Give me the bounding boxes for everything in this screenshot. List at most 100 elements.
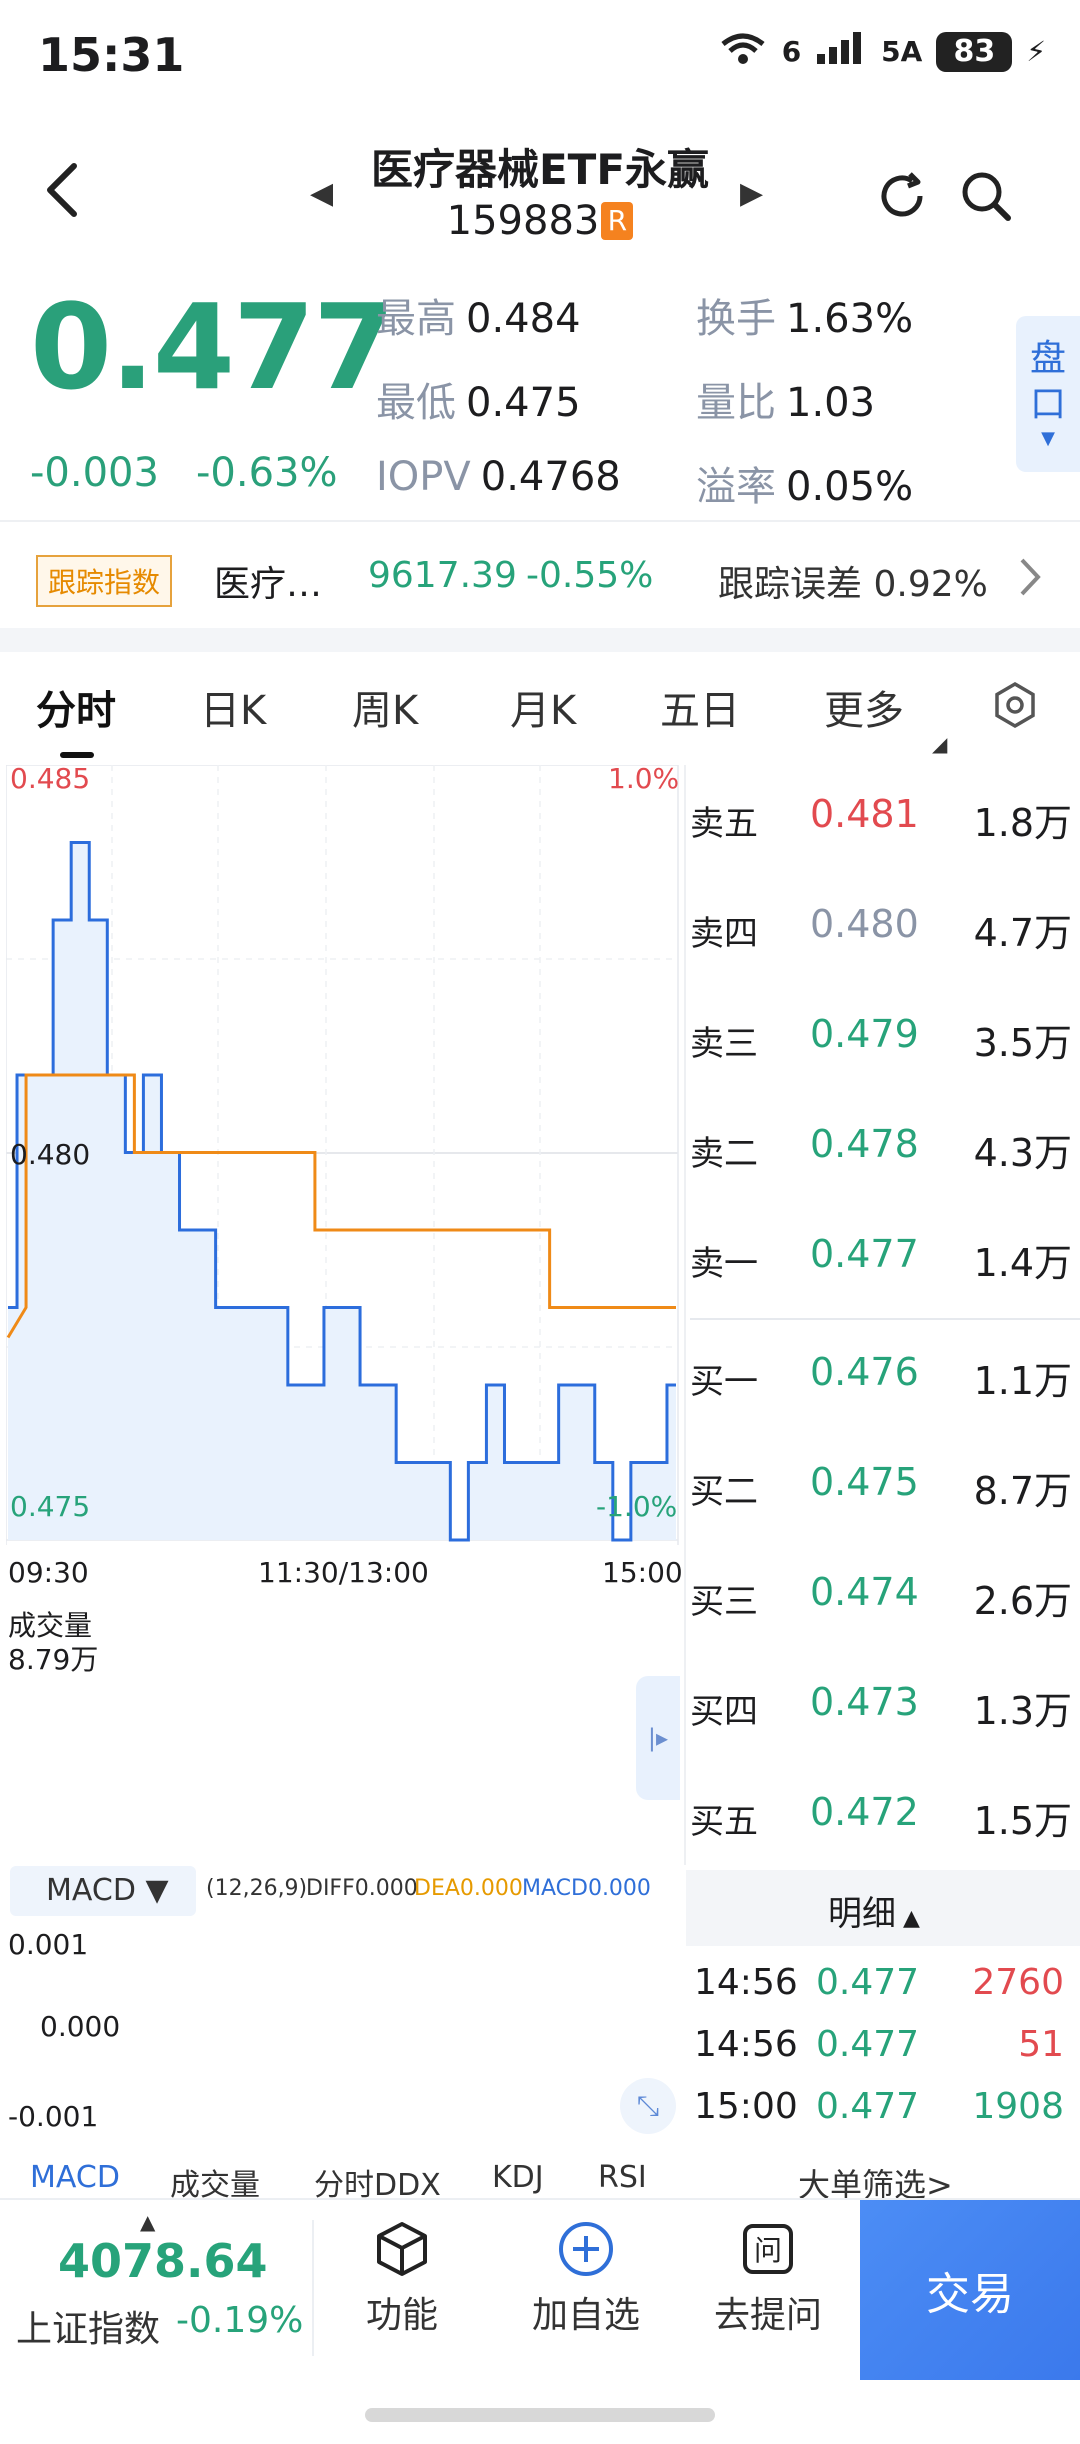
- macd-selector[interactable]: MACD ▼: [10, 1866, 196, 1916]
- tab-weekly-k[interactable]: 周K: [352, 678, 418, 736]
- bid-row[interactable]: 买二 0.475 8.7万: [690, 1460, 1080, 1530]
- stat-turnover: 换手 1.63%: [696, 286, 913, 344]
- macd-axis-top: 0.001: [8, 1928, 89, 1961]
- tracking-index-name[interactable]: 医疗…: [214, 555, 322, 607]
- index-pct: -0.19%: [176, 2300, 304, 2341]
- tab-daily-k[interactable]: 日K: [200, 678, 266, 736]
- bid-volume: 8.7万: [973, 1469, 1072, 1513]
- trade-volume: 1908: [972, 2086, 1064, 2127]
- stat-low-value: 0.475: [466, 380, 581, 426]
- indicator-tab-kdj[interactable]: KDJ: [492, 2160, 544, 2195]
- ask-label: 卖五: [690, 804, 758, 844]
- tab-more[interactable]: 更多: [824, 678, 904, 736]
- status-icons: 6 5A 83 ⚡: [718, 30, 1046, 73]
- ask-volume: 3.5万: [973, 1021, 1072, 1065]
- intraday-chart[interactable]: [6, 765, 682, 1545]
- stat-low-label: 最低: [376, 380, 456, 426]
- bid-price: 0.476: [810, 1350, 919, 1394]
- tab-active-indicator: [60, 752, 94, 758]
- refresh-icon[interactable]: [874, 168, 930, 228]
- macd-value: MACD0.000: [522, 1876, 651, 1901]
- pankou-toggle[interactable]: 盘口 ▼: [1016, 316, 1080, 472]
- fullscreen-icon[interactable]: ⤡: [620, 2078, 676, 2134]
- function-button[interactable]: 功能: [322, 2220, 482, 2338]
- trade-price: 0.477: [816, 2024, 920, 2065]
- ask-question-button[interactable]: 问 去提问: [688, 2220, 848, 2338]
- current-price: 0.477: [30, 278, 395, 416]
- home-indicator[interactable]: [365, 2408, 715, 2422]
- tracking-index-value: 9617.39: [368, 555, 517, 596]
- more-caret-icon: ◢: [932, 732, 948, 756]
- function-label: 功能: [365, 2295, 438, 2336]
- stat-iopv-label: IOPV: [376, 454, 471, 500]
- search-icon[interactable]: [956, 166, 1016, 230]
- ask-price: 0.478: [810, 1122, 919, 1166]
- details-header[interactable]: 明细 ▲: [828, 1886, 920, 1935]
- bid-volume: 1.3万: [973, 1689, 1072, 1733]
- tab-intraday[interactable]: 分时: [36, 678, 116, 736]
- settings-icon[interactable]: [990, 680, 1040, 734]
- bid-row[interactable]: 买四 0.473 1.3万: [690, 1680, 1080, 1750]
- chevron-right-icon[interactable]: [1014, 552, 1044, 606]
- ask-row[interactable]: 卖五 0.481 1.8万: [690, 792, 1080, 862]
- bid-row[interactable]: 买三 0.474 2.6万: [690, 1570, 1080, 1640]
- ask-question-label: 去提问: [713, 2295, 822, 2336]
- bid-label: 买四: [690, 1692, 758, 1732]
- expand-panel-icon[interactable]: |▸: [636, 1676, 680, 1800]
- stat-premium-value: 0.05%: [786, 464, 914, 510]
- bid-price: 0.474: [810, 1570, 919, 1614]
- svg-text:问: 问: [754, 2234, 782, 2267]
- add-watchlist-button[interactable]: 加自选: [506, 2220, 666, 2338]
- dea-value: DEA0.000: [414, 1876, 523, 1901]
- tracking-index-pct: -0.55%: [526, 555, 654, 596]
- bid-volume: 1.1万: [973, 1359, 1072, 1403]
- tab-monthly-k[interactable]: 月K: [510, 678, 576, 736]
- bid-price: 0.473: [810, 1680, 919, 1724]
- ask-volume: 1.8万: [973, 801, 1072, 845]
- indicator-tab-macd[interactable]: MACD: [30, 2160, 120, 2195]
- price-change: -0.003: [30, 450, 159, 496]
- battery-icon: 83: [936, 31, 1013, 72]
- status-time: 15:31: [38, 28, 185, 82]
- trade-time: 14:56: [694, 2024, 798, 2065]
- price-change-pct: -0.63%: [196, 450, 338, 496]
- indicator-tab-rsi[interactable]: RSI: [598, 2160, 647, 2195]
- stat-high-label: 最高: [376, 296, 456, 342]
- ask-price: 0.480: [810, 902, 919, 946]
- trade-volume: 2760: [972, 1962, 1064, 2003]
- stat-iopv-value: 0.4768: [480, 454, 621, 500]
- tracking-tag: 跟踪指数: [36, 555, 173, 607]
- bid-label: 买一: [690, 1362, 758, 1402]
- bid-row[interactable]: 买五 0.472 1.5万: [690, 1790, 1080, 1860]
- index-name[interactable]: 上证指数: [16, 2300, 160, 2352]
- sort-asc-icon: ▲: [896, 1906, 920, 1931]
- trade-time: 14:56: [694, 1962, 798, 2003]
- tab-five-day[interactable]: 五日: [660, 678, 740, 736]
- trade-button[interactable]: 交易: [860, 2200, 1080, 2380]
- bid-row[interactable]: 买一 0.476 1.1万: [690, 1350, 1080, 1420]
- ask-label: 卖一: [690, 1244, 758, 1284]
- question-icon: 问: [739, 2220, 797, 2278]
- trade-detail-row: 14:56 0.477 2760: [690, 1962, 1080, 2012]
- price-axis-bottom: 0.475: [10, 1490, 91, 1523]
- trade-price: 0.477: [816, 2086, 920, 2127]
- ask-row[interactable]: 卖一 0.477 1.4万: [690, 1232, 1080, 1302]
- bid-label: 买五: [690, 1802, 758, 1842]
- diff-value: DIFF0.000: [306, 1876, 418, 1901]
- ask-row[interactable]: 卖四 0.480 4.7万: [690, 902, 1080, 972]
- macd-axis-mid: 0.000: [40, 2010, 121, 2043]
- charging-icon: ⚡: [1026, 35, 1046, 68]
- stat-premium: 溢率 0.05%: [696, 454, 913, 512]
- details-header-label: 明细: [828, 1894, 896, 1934]
- divider: [0, 520, 1080, 522]
- caret-down-icon: ▼: [1041, 428, 1055, 449]
- index-value[interactable]: 4078.64: [58, 2234, 268, 2288]
- network-label-1: 6: [781, 35, 802, 68]
- orderbook-divider: [684, 765, 686, 1865]
- ask-row[interactable]: 卖三 0.479 3.5万: [690, 1012, 1080, 1082]
- stat-high-value: 0.484: [466, 296, 581, 342]
- ask-row[interactable]: 卖二 0.478 4.3万: [690, 1122, 1080, 1192]
- ask-label: 卖二: [690, 1134, 758, 1174]
- pct-axis-top: 1.0%: [608, 762, 680, 795]
- bid-label: 买三: [690, 1582, 758, 1622]
